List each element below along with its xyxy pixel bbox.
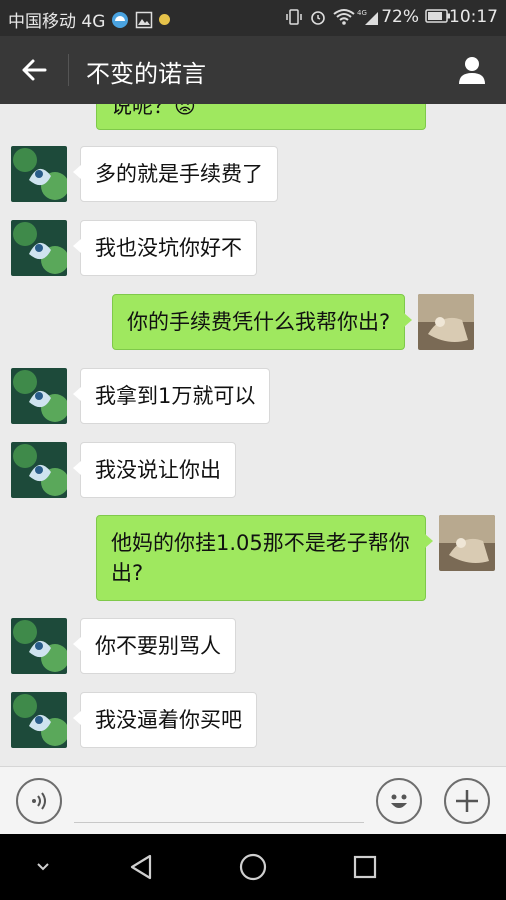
battery-icon [425,8,450,26]
nav-recents-button[interactable] [350,852,380,882]
wifi-icon [333,8,355,26]
battery-label: 72% [381,7,419,27]
message-bubble-out[interactable]: 他妈的你挂1.05那不是老子帮你出? [96,515,433,601]
message-text: 多的就是手续费了 [95,162,263,186]
svg-text:4G: 4G [357,9,367,17]
message-row: 你不要别骂人 [11,618,236,674]
message-bubble-in[interactable]: 你不要别骂人 [73,618,236,674]
nav-hide-button[interactable] [28,852,58,882]
home-circle-icon [239,853,267,881]
time-label: 10:17 [449,7,498,27]
message-input[interactable] [74,783,364,823]
avatar[interactable] [11,618,67,674]
chat-header: 不变的诺言 [0,36,506,104]
back-triangle-icon [130,854,152,880]
message-row: 我也没坑你好不 [11,220,257,276]
message-text: 他妈的你挂1.05那不是老子帮你出? [111,531,410,585]
signal-4g-icon: 4G [357,8,379,26]
message-row: 我没说让你出 [11,442,236,498]
message-list[interactable]: 说呢？😡 多的就是手续费了 我也没坑你好不 你的手续费凭什么我帮你出? 我拿到1… [0,104,506,766]
nav-back-button[interactable] [126,852,156,882]
chevron-down-icon [37,863,49,871]
voice-icon [32,792,46,810]
image-icon [135,11,153,29]
emoji-button[interactable] [376,778,422,824]
avatar[interactable] [418,294,475,350]
avatar[interactable] [11,368,67,424]
nav-home-button[interactable] [238,852,268,882]
plus-icon [456,790,478,812]
avatar[interactable] [11,692,67,748]
message-bubble-in[interactable]: 多的就是手续费了 [73,146,278,202]
alarm-icon [309,8,327,26]
message-row: 我拿到1万就可以 [11,368,271,424]
carrier-label: 中国移动 4G [8,12,106,32]
message-bubble-out[interactable]: 说呢？😡 [96,104,426,130]
message-bubble-in[interactable]: 我没说让你出 [73,442,236,498]
message-text: 我没说让你出 [95,458,221,482]
avatar[interactable] [11,146,67,202]
avatar[interactable] [11,442,67,498]
status-bar: 中国移动 4G 4G 72% 10:17 [0,0,506,36]
dot-icon [159,14,171,25]
input-bar [0,766,506,834]
message-row: 他妈的你挂1.05那不是老子帮你出? [96,515,495,601]
message-bubble-out[interactable]: 你的手续费凭什么我帮你出? [112,294,413,350]
message-row: 我没逼着你买吧 [11,692,257,748]
recents-square-icon [353,855,377,879]
profile-button[interactable] [450,48,494,92]
message-row: 你的手续费凭什么我帮你出? [112,294,475,350]
message-text: 你的手续费凭什么我帮你出? [127,310,391,334]
voice-button[interactable] [16,778,62,824]
title-divider [68,54,69,86]
avatar[interactable] [11,220,67,276]
arrow-left-icon [22,59,47,81]
message-bubble-in[interactable]: 我也没坑你好不 [73,220,257,276]
chat-title: 不变的诺言 [86,60,206,88]
back-button[interactable] [12,50,56,90]
system-nav-bar [0,834,506,900]
message-row: 多的就是手续费了 [11,146,278,202]
emoji-icon [391,794,407,808]
message-text: 我拿到1万就可以 [95,384,256,408]
person-icon [459,57,485,84]
message-bubble-in[interactable]: 我没逼着你买吧 [73,692,257,748]
hd-icon [111,11,129,29]
message-text: 我没逼着你买吧 [95,708,242,732]
vibrate-icon [285,8,303,26]
message-row: 说呢？😡 [96,104,426,130]
avatar[interactable] [439,515,495,571]
more-button[interactable] [444,778,490,824]
message-text: 你不要别骂人 [95,634,221,658]
message-bubble-in[interactable]: 我拿到1万就可以 [72,368,271,424]
message-text: 我也没坑你好不 [95,236,242,260]
message-text: 说呢？😡 [111,104,196,118]
